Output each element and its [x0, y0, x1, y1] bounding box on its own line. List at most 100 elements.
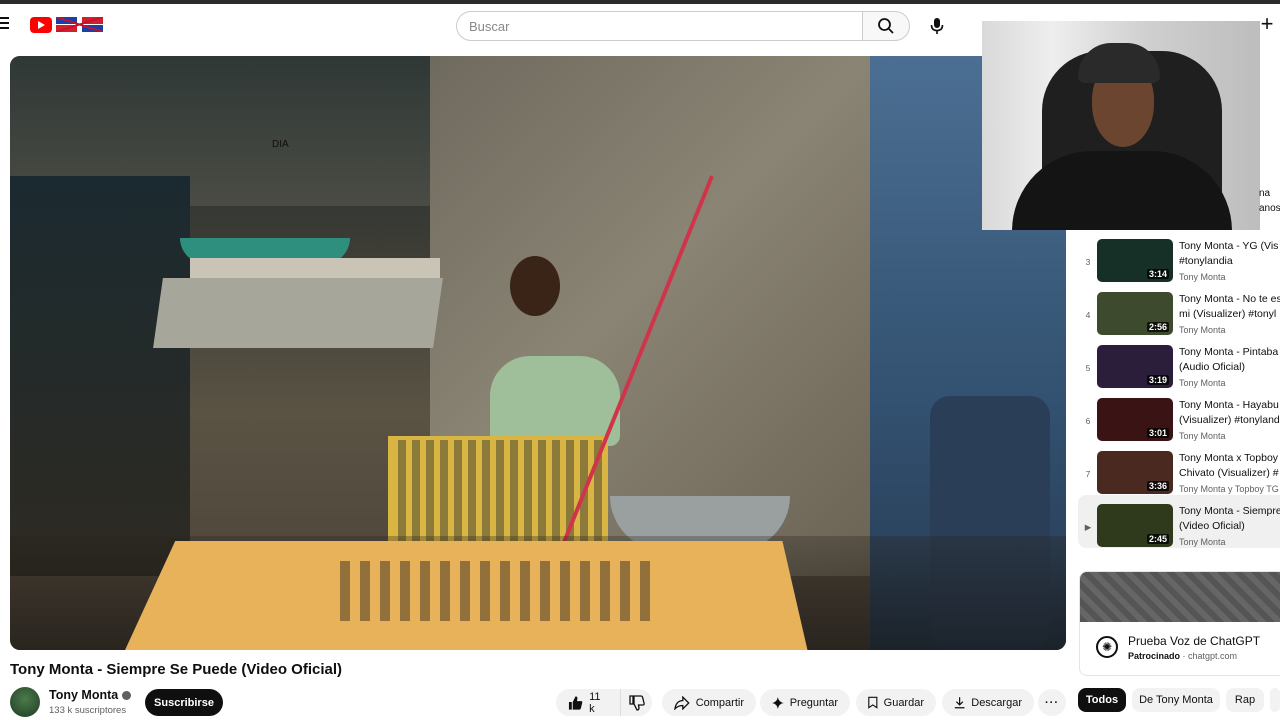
scene-market-stall [10, 176, 190, 576]
video-duration: 2:45 [1146, 534, 1169, 544]
like-button[interactable]: 11 k [556, 689, 620, 716]
save-label: Guardar [883, 696, 924, 709]
playlist-title[interactable]: Tony Monta - No te es mi (Visualizer) #to… [1179, 292, 1280, 322]
subscriber-count: 133 k suscriptores [49, 705, 127, 716]
playlist-title-line1: Tony Monta - Siempre [1179, 505, 1280, 517]
ad-domain: chatgpt.com [1188, 651, 1238, 661]
search-button[interactable] [862, 11, 910, 41]
hidden-playlist-text-1: DIA [272, 139, 289, 150]
subscribe-button[interactable]: Suscribirse [145, 689, 223, 716]
playlist-title-line2: (Audio Oficial) [1179, 361, 1245, 373]
ad-banner-image[interactable] [1080, 572, 1280, 622]
playlist-index: 6 [1085, 416, 1091, 426]
playlist-title[interactable]: Tony Monta x Topboy Chivato (Visualizer) … [1179, 451, 1280, 481]
video-duration: 3:19 [1146, 375, 1169, 385]
channel-avatar[interactable] [10, 687, 40, 717]
playlist-thumbnail[interactable]: 3:14 [1097, 239, 1173, 282]
playlist-item[interactable]: 7 3:36 Tony Monta x Topboy Chivato (Visua… [1078, 442, 1280, 495]
ad-title[interactable]: Prueba Voz de ChatGPT [1128, 634, 1260, 648]
chip-next-partial[interactable] [1270, 688, 1280, 712]
thumbs-down-icon [628, 694, 645, 711]
webcam-overlay [982, 21, 1260, 230]
playlist-title-line2: mi (Visualizer) #tonyl [1179, 308, 1277, 320]
scene-table [153, 278, 443, 348]
search-icon [878, 18, 894, 34]
download-button[interactable]: Descargar [942, 689, 1034, 716]
ad-sponsor-line: Patrocinado · chatgpt.com [1128, 651, 1238, 661]
playlist-channel: Tony Monta [1179, 537, 1226, 547]
playlist-thumbnail[interactable]: 2:45 [1097, 504, 1173, 547]
playlist-thumbnail[interactable]: 2:56 [1097, 292, 1173, 335]
playlist-title-line1: Tony Monta - No te es [1179, 293, 1280, 305]
playlist-item[interactable]: 6 3:01 Tony Monta - Hayabu (Visualizer) #… [1078, 389, 1280, 442]
share-button[interactable]: Compartir [662, 689, 756, 716]
playlist-title[interactable]: Tony Monta - Hayabu (Visualizer) #tonylan… [1179, 398, 1280, 428]
playlist-channel: Tony Monta y Topboy TG [1179, 484, 1279, 494]
like-count: 11 k [589, 690, 601, 715]
more-actions-button[interactable]: ··· [1038, 689, 1066, 716]
scene-yellow-crate [388, 436, 608, 546]
playlist-title-line1: Tony Monta - Pintaba [1179, 346, 1279, 358]
playlist-title-line1: Tony Monta x Topboy [1179, 452, 1279, 464]
voice-search-button[interactable] [920, 9, 954, 43]
playlist-channel: Tony Monta [1179, 272, 1226, 282]
scene-table-top [190, 258, 440, 280]
channel-name[interactable]: Tony Monta [49, 688, 132, 702]
playlist-channel: Tony Monta [1179, 431, 1226, 441]
chip-from-channel[interactable]: De Tony Monta [1132, 688, 1220, 712]
save-button[interactable]: Guardar [856, 689, 936, 716]
playlist-item-current[interactable]: ▶ 2:45 Tony Monta - Siempre (Video Oficia… [1078, 495, 1280, 548]
playlist-title-line2: (Visualizer) #tonyland [1179, 414, 1280, 426]
sponsored-ad-card[interactable]: ✺ Prueba Voz de ChatGPT Patrocinado · ch… [1079, 571, 1280, 676]
playlist-title-line1: Tony Monta - Hayabu [1179, 399, 1279, 411]
chip-rap[interactable]: Rap [1226, 688, 1264, 712]
flag-logo-icon [56, 17, 103, 32]
video-duration: 3:14 [1146, 269, 1169, 279]
playlist-title-line2: (Video Oficial) [1179, 520, 1245, 532]
playlist-item[interactable]: 5 3:19 Tony Monta - Pintaba (Audio Oficia… [1078, 336, 1280, 389]
dislike-button[interactable] [620, 689, 652, 716]
playlist-title[interactable]: Tony Monta - Siempre (Video Oficial) [1179, 504, 1280, 534]
chip-all[interactable]: Todos [1078, 688, 1126, 712]
playlist-title-line1: Tony Monta - YG (Vis [1179, 240, 1279, 252]
video-duration: 3:01 [1146, 428, 1169, 438]
share-icon [674, 695, 690, 710]
video-title: Tony Monta - Siempre Se Puede (Video Ofi… [10, 661, 343, 678]
playlist-thumbnail[interactable]: 3:36 [1097, 451, 1173, 494]
create-icon[interactable]: + [1257, 13, 1277, 35]
video-duration: 2:56 [1146, 322, 1169, 332]
playlist-item[interactable]: 3 3:14 Tony Monta - YG (Vis #tonylandia T… [1078, 230, 1280, 283]
playlist-index: 5 [1085, 363, 1091, 373]
playlist-channel: Tony Monta [1179, 378, 1226, 388]
playlist-title-line2: Chivato (Visualizer) # [1179, 467, 1279, 479]
playlist-item[interactable]: 4 2:56 Tony Monta - No te es mi (Visualiz… [1078, 283, 1280, 336]
chatgpt-logo-icon: ✺ [1096, 636, 1118, 658]
playlist-thumbnail[interactable]: 3:19 [1097, 345, 1173, 388]
youtube-logo[interactable] [30, 17, 52, 33]
hidden-playlist-text-2: na [1259, 188, 1271, 199]
download-icon [954, 697, 965, 709]
playlist-channel: Tony Monta [1179, 325, 1226, 335]
browser-top-edge [0, 0, 1280, 4]
scene-crate-holes [340, 561, 660, 621]
ad-sponsored-label: Patrocinado [1128, 651, 1181, 661]
download-label: Descargar [971, 696, 1022, 709]
playlist-title[interactable]: Tony Monta - Pintaba (Audio Oficial) [1179, 345, 1280, 375]
playlist-title[interactable]: Tony Monta - YG (Vis #tonylandia [1179, 239, 1280, 269]
channel-name-text[interactable]: Tony Monta [49, 688, 118, 702]
share-label: Compartir [695, 696, 744, 709]
playlist-thumbnail[interactable]: 3:01 [1097, 398, 1173, 441]
scene-woman [490, 356, 620, 446]
playlist-title-line2: #tonylandia [1179, 255, 1233, 267]
playlist-panel: 3 3:14 Tony Monta - YG (Vis #tonylandia T… [1078, 230, 1280, 554]
video-player[interactable] [10, 56, 1066, 650]
menu-icon[interactable] [0, 17, 10, 31]
ask-button[interactable]: Preguntar [760, 689, 850, 716]
ask-label: Preguntar [789, 696, 838, 709]
hidden-playlist-text-3: anos [1259, 203, 1280, 214]
now-playing-icon: ▶ [1084, 522, 1092, 532]
playlist-index: 7 [1085, 469, 1091, 479]
search-input[interactable]: Buscar [456, 11, 863, 41]
scene-woman-head [510, 256, 560, 316]
microphone-icon [930, 18, 944, 34]
